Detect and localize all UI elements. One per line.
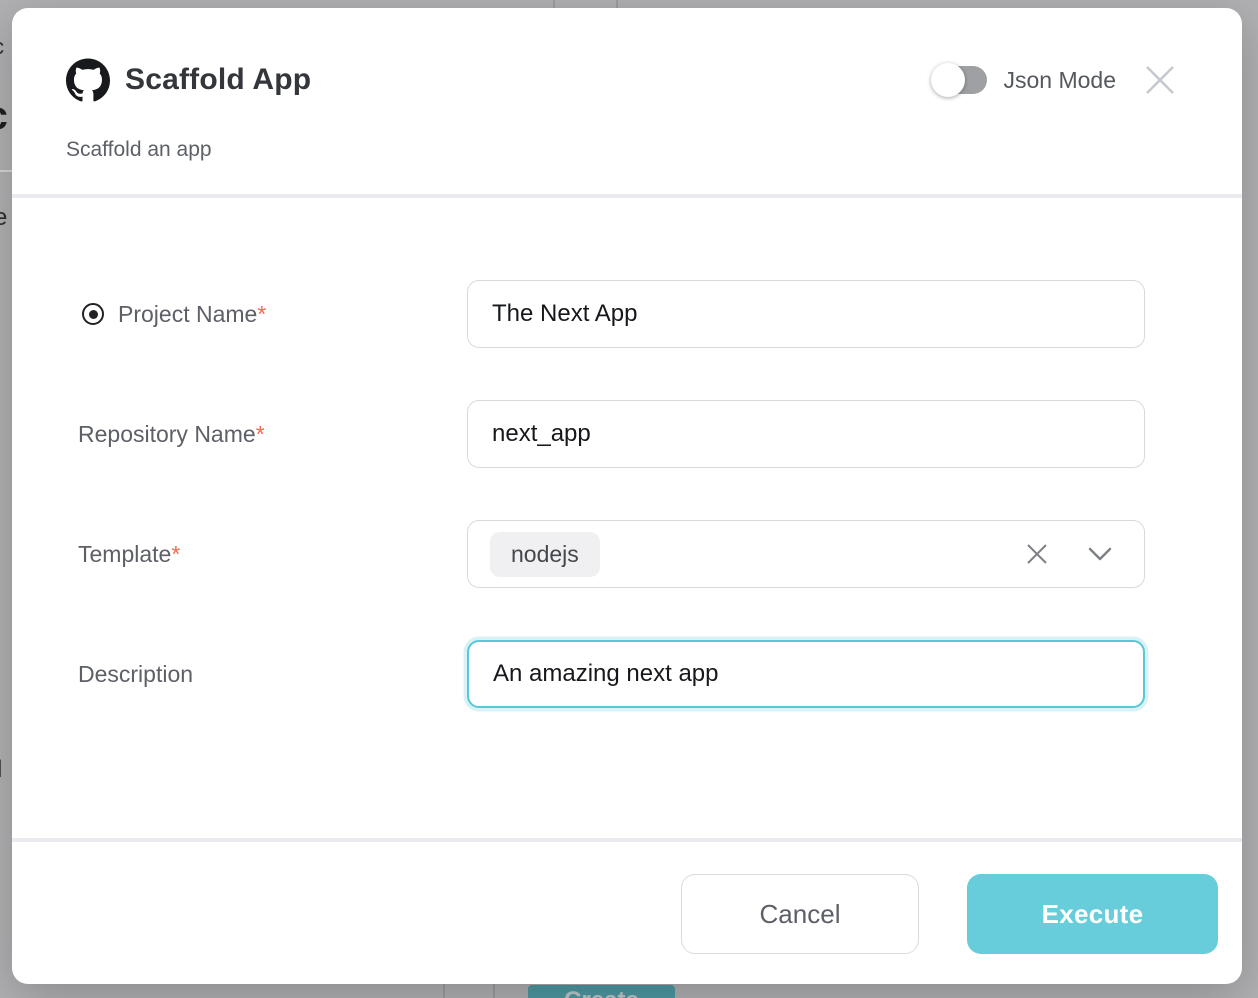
dialog-title: Scaffold App	[125, 63, 311, 97]
clear-icon	[1024, 541, 1050, 567]
create-button-label: Create	[564, 989, 639, 998]
chevron-down-icon	[1088, 547, 1112, 561]
backdrop-text-fragment: c	[0, 34, 4, 60]
dialog-footer: Cancel Execute	[12, 842, 1242, 984]
repository-name-label: Repository Name*	[78, 421, 265, 448]
scaffold-app-dialog: Scaffold App Json Mode Scaffold an app P…	[12, 8, 1242, 984]
backdrop-text-fragment: l	[0, 756, 2, 784]
backdrop-column-divider	[553, 0, 555, 8]
cancel-button[interactable]: Cancel	[681, 874, 919, 954]
required-marker: *	[257, 301, 266, 327]
clear-button[interactable]	[1024, 541, 1050, 567]
json-mode-label: Json Mode	[1003, 67, 1116, 94]
json-mode-toggle[interactable]	[933, 66, 987, 94]
create-button-fragment: Create	[528, 985, 675, 998]
description-row: Description	[78, 640, 1242, 708]
required-marker: *	[171, 541, 180, 567]
backdrop-text-fragment: rc	[0, 94, 8, 139]
dialog-header: Scaffold App Json Mode Scaffold an app	[12, 8, 1242, 194]
execute-button[interactable]: Execute	[967, 874, 1218, 954]
backdrop-column-divider	[443, 984, 445, 998]
radio-selected-icon[interactable]	[82, 303, 104, 325]
template-select[interactable]: nodejs	[467, 520, 1145, 588]
backdrop-column-divider	[493, 984, 495, 998]
backdrop-divider-fragment	[0, 170, 12, 172]
dialog-subtitle: Scaffold an app	[66, 138, 1176, 162]
project-name-label: Project Name*	[118, 301, 266, 328]
repository-name-row: Repository Name*	[78, 400, 1242, 468]
repository-name-input[interactable]	[467, 400, 1145, 468]
close-button[interactable]	[1144, 64, 1176, 96]
description-label: Description	[78, 661, 193, 688]
github-icon	[66, 58, 110, 102]
backdrop-column-divider	[616, 0, 618, 8]
toggle-knob	[931, 63, 965, 97]
description-input[interactable]	[467, 640, 1145, 708]
dropdown-button[interactable]	[1088, 547, 1112, 561]
backdrop-text-fragment: e	[0, 204, 7, 232]
close-icon	[1144, 64, 1176, 96]
dialog-form: Project Name* Repository Name* Template*…	[12, 198, 1242, 838]
required-marker: *	[256, 421, 265, 447]
template-row: Template* nodejs	[78, 520, 1242, 588]
template-label: Template*	[78, 541, 180, 568]
project-name-input[interactable]	[467, 280, 1145, 348]
project-name-row: Project Name*	[78, 280, 1242, 348]
template-chip: nodejs	[490, 532, 600, 577]
